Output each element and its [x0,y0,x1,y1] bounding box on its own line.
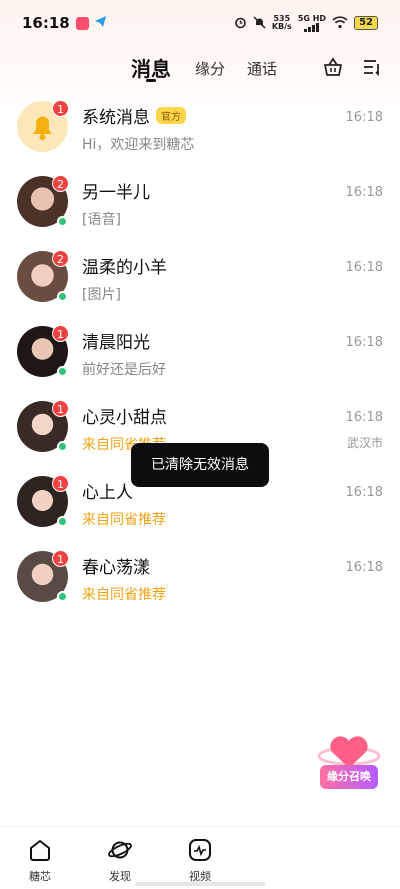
conversation-name: 心灵小甜点 [82,408,167,428]
planet-icon [108,841,132,859]
status-time: 16:18 [22,14,70,32]
conversation-preview: [图片] [82,287,121,303]
tab-calls[interactable]: 通话 [247,58,277,79]
conversation-system[interactable]: 1 系统消息 官方 Hi，欢迎来到糖芯 16:18 [0,92,400,167]
conversation-list: 1 系统消息 官方 Hi，欢迎来到糖芯 16:18 2 另一半儿 [语音] 16:… [0,92,400,617]
net-speed-unit: KB/s [271,22,292,31]
nav-home[interactable]: 糖芯 [10,837,70,884]
conversation-item[interactable]: 1 春心荡漾 来自同省推荐 16:18 [0,542,400,617]
conversation-location: 武汉市 [346,436,383,450]
net-speed: 535 KB/s [272,15,292,31]
conversation-preview: 来自同省推荐 [82,587,166,603]
conversation-item[interactable]: 1 清晨阳光 前好还是后好 16:18 [0,317,400,392]
conversation-preview: 前好还是后好 [82,362,166,378]
conversation-time: 16:18 [345,110,383,125]
unread-badge: 2 [52,175,69,192]
conversation-preview: Hi，欢迎来到糖芯 [82,137,195,153]
telegram-icon [94,15,107,32]
toast-message: 已清除无效消息 [131,443,269,487]
signal-icon: 5G HD [297,13,327,32]
nav-video[interactable]: 视频 [170,837,230,884]
conversation-time: 16:18 [345,410,383,425]
online-indicator [57,516,68,527]
app-notification-icon [75,16,89,30]
status-bar: 16:18 535 KB/s 5G HD 52 [0,0,400,46]
online-indicator [57,291,68,302]
alarm-icon [234,16,247,31]
match-summon-button[interactable]: 缘分召唤 [316,728,382,802]
conversation-time: 16:18 [345,335,383,350]
unread-badge: 2 [52,250,69,267]
unread-badge: 1 [52,100,69,117]
sort-list-icon[interactable] [361,56,383,82]
match-summon-label: 缘分召唤 [320,765,378,789]
conversation-time: 16:18 [345,260,383,275]
conversation-time: 16:18 [345,185,383,200]
online-indicator [57,216,68,227]
conversation-name-text: 系统消息 [82,108,150,128]
conversation-preview: 来自同省推荐 [82,512,166,528]
bottom-navigation: 糖芯 发现 视频 [0,826,400,889]
conversation-time: 16:18 [345,560,383,575]
conversation-name: 清晨阳光 [82,333,150,353]
conversation-name: 系统消息 官方 [82,103,186,128]
status-icons: 535 KB/s 5G HD 52 [234,13,378,32]
conversation-name: 春心荡漾 [82,558,150,578]
unread-badge: 1 [52,325,69,342]
active-tab-indicator [146,79,156,82]
online-indicator [57,366,68,377]
online-indicator [57,591,68,602]
wifi-icon [332,15,348,31]
conversation-name: 心上人 [82,483,133,503]
basket-icon[interactable] [322,56,344,82]
net-type: 5G HD [297,13,327,23]
online-indicator [57,441,68,452]
nav-home-label: 糖芯 [29,870,51,883]
tab-match[interactable]: 缘分 [195,58,225,79]
conversation-preview: [语音] [82,212,121,228]
conversation-item[interactable]: 2 另一半儿 [语音] 16:18 [0,167,400,242]
official-tag: 官方 [156,107,186,124]
video-icon [189,839,211,861]
unread-badge: 1 [52,550,69,567]
tab-messages[interactable]: 消息 [131,53,171,82]
conversation-name: 温柔的小羊 [82,258,167,278]
unread-badge: 1 [52,400,69,417]
nav-discover[interactable]: 发现 [90,837,150,884]
home-indicator [135,882,265,886]
message-tabs: 消息 缘分 通话 [0,46,400,92]
unread-badge: 1 [52,475,69,492]
conversation-item[interactable]: 2 温柔的小羊 [图片] 16:18 [0,242,400,317]
mute-icon [253,15,266,31]
battery-indicator: 52 [354,16,378,30]
conversation-name: 另一半儿 [82,183,150,203]
home-icon [30,840,50,861]
conversation-time: 16:18 [345,485,383,500]
